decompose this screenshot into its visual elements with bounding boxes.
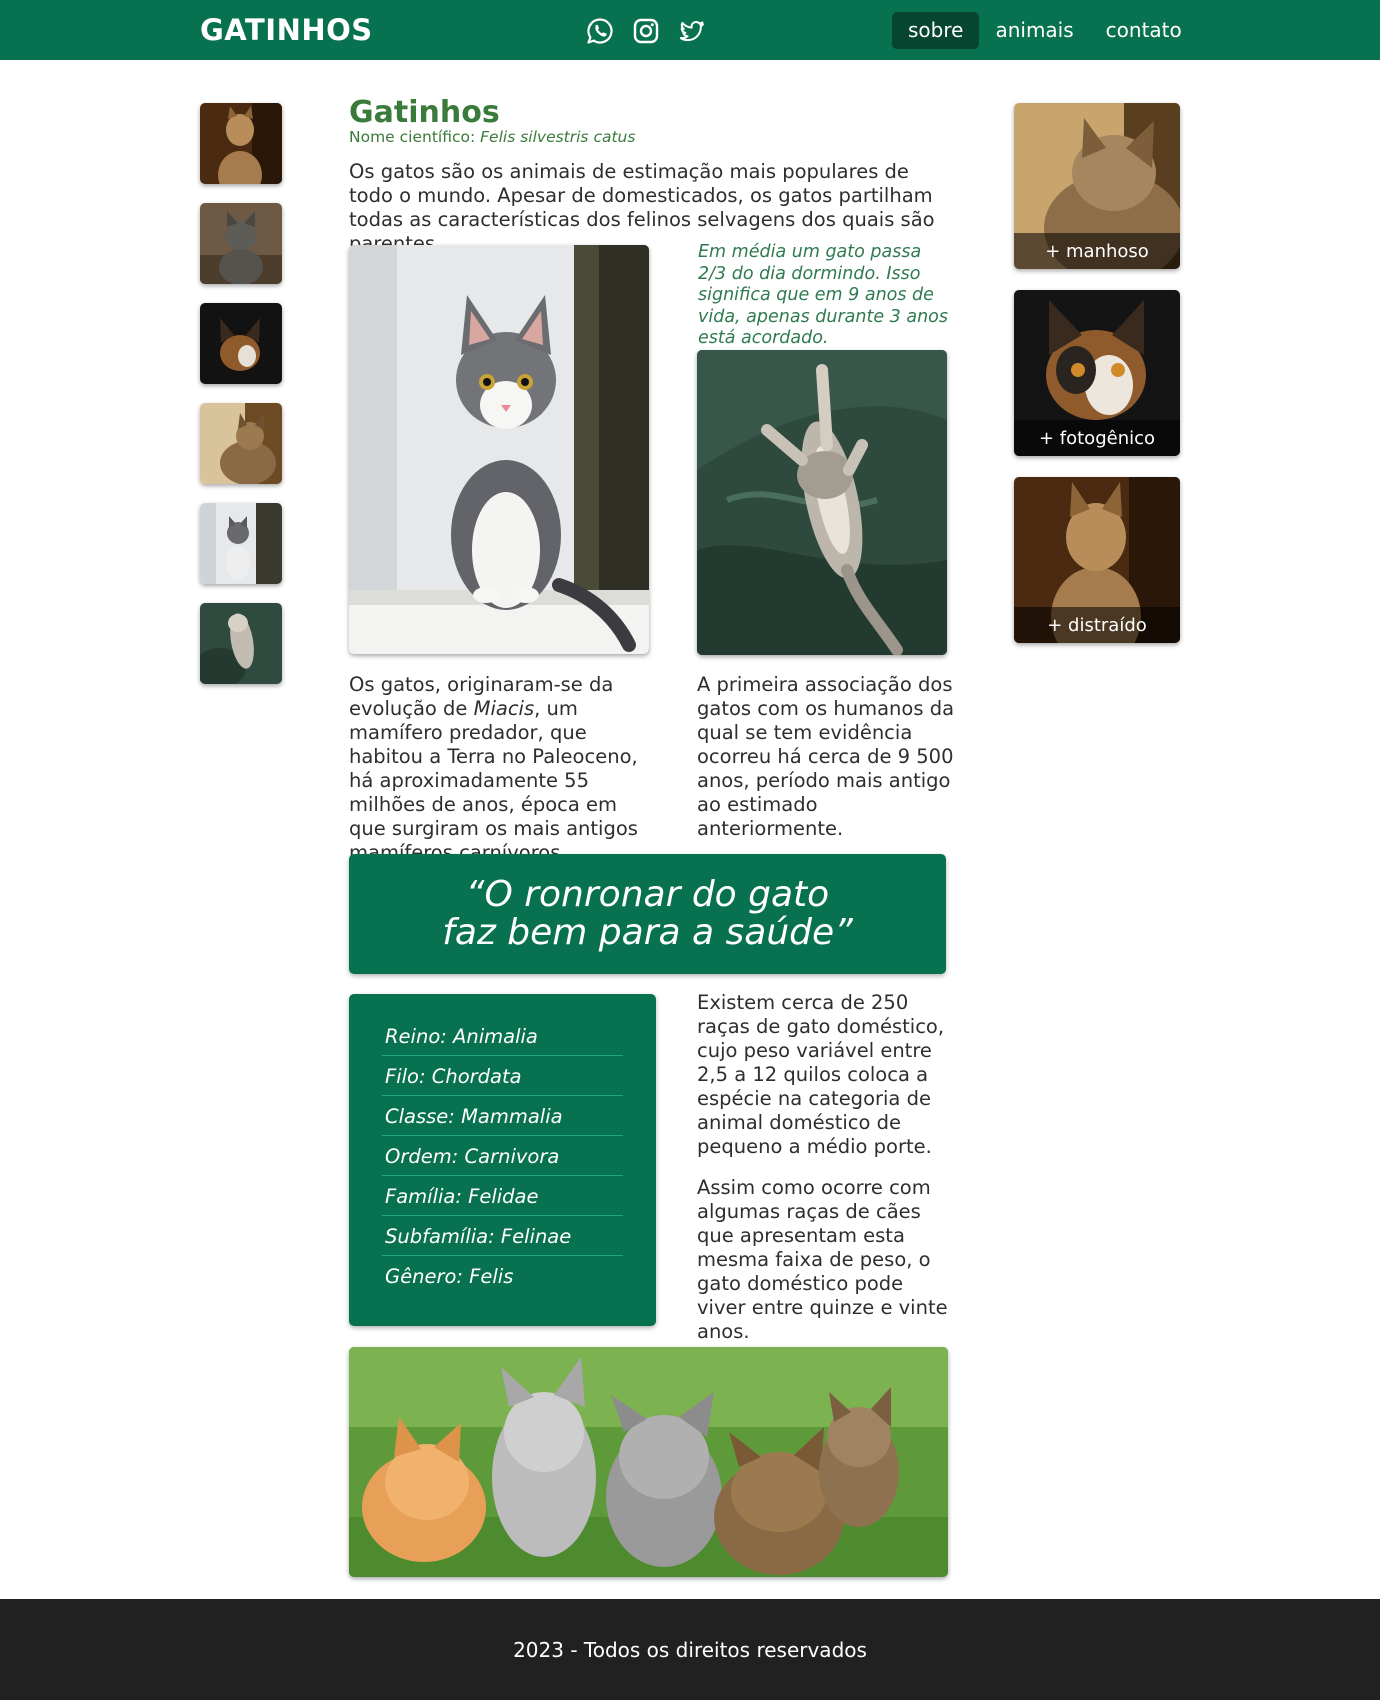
card-distraido[interactable]: + distraído <box>1014 477 1180 643</box>
photo-sitting-cat <box>349 245 649 654</box>
thumbnail-calico-cat[interactable] <box>200 303 282 384</box>
twitter-icon[interactable] <box>677 16 707 46</box>
whatsapp-icon[interactable] <box>585 16 615 46</box>
card-fotogenico-caption: + fotogênico <box>1014 420 1180 456</box>
nav-link-sobre[interactable]: sobre <box>892 12 980 49</box>
quote-banner: “O ronronar do gato faz bem para a saúde… <box>349 854 946 974</box>
taxonomy-item-subfamilia: Subfamília: Felinae <box>382 1216 623 1256</box>
scientific-name-label: Nome científico: <box>349 128 476 146</box>
footer: 2023 - Todos os direitos reservados <box>0 1599 1380 1700</box>
card-distraido-caption: + distraído <box>1014 607 1180 643</box>
photo-cat-on-sofa <box>697 350 947 655</box>
sleep-fact: Em média um gato passa 2/3 do dia dormin… <box>698 242 949 348</box>
card-manhoso[interactable]: + manhoso <box>1014 103 1180 269</box>
scientific-name: Nome científico: Felis silvestris catus <box>349 128 635 146</box>
taxonomy-item-genero: Gênero: Felis <box>385 1265 514 1288</box>
copyright-text: 2023 - Todos os direitos reservados <box>513 1638 867 1662</box>
breeds-paragraph: Existem cerca de 250 raças de gato domés… <box>697 991 945 1158</box>
quote-text: “O ronronar do gato faz bem para a saúde… <box>442 874 853 953</box>
card-manhoso-caption: + manhoso <box>1014 233 1180 269</box>
scientific-name-value: Felis silvestris catus <box>480 128 636 146</box>
thumbnail-grey-cat[interactable] <box>200 203 282 284</box>
taxonomy-item-filo: Filo: Chordata <box>382 1056 623 1096</box>
top-navbar: GATINHOS sobre animais contato <box>0 0 1380 60</box>
brand-logo[interactable]: GATINHOS <box>200 13 373 47</box>
origin-paragraph: Os gatos, originaram-se da evolução de M… <box>349 673 659 865</box>
social-links <box>585 16 707 46</box>
origin-term-miacis: Miacis <box>473 697 535 720</box>
instagram-icon[interactable] <box>631 16 661 46</box>
taxonomy-box: Reino: Animalia Filo: Chordata Classe: M… <box>349 994 656 1326</box>
taxonomy-item-ordem: Ordem: Carnivora <box>382 1136 623 1176</box>
lifespan-paragraph: Assim como ocorre com algumas raças de c… <box>697 1176 948 1343</box>
main-nav: sobre animais contato <box>892 12 1198 49</box>
nav-link-contato[interactable]: contato <box>1090 12 1198 49</box>
thumbnail-stretching-cat[interactable] <box>200 603 282 684</box>
thumbnail-window-cat[interactable] <box>200 503 282 584</box>
taxonomy-item-familia: Família: Felidae <box>382 1176 623 1216</box>
card-fotogenico[interactable]: + fotogênico <box>1014 290 1180 456</box>
photo-kittens-on-grass <box>349 1347 948 1577</box>
thumbnail-cat-looking-up[interactable] <box>200 103 282 184</box>
nav-link-animais[interactable]: animais <box>979 12 1089 49</box>
taxonomy-list: Reino: Animalia Filo: Chordata Classe: M… <box>382 1016 623 1295</box>
origin-text-end: , um mamífero predador, que habitou a Te… <box>349 697 638 864</box>
page-title: Gatinhos <box>349 95 500 130</box>
taxonomy-item-reino: Reino: Animalia <box>382 1016 623 1056</box>
taxonomy-item-classe: Classe: Mammalia <box>382 1096 623 1136</box>
thumbnail-sleepy-cat[interactable] <box>200 403 282 484</box>
association-paragraph: A primeira associação dos gatos com os h… <box>697 673 955 840</box>
